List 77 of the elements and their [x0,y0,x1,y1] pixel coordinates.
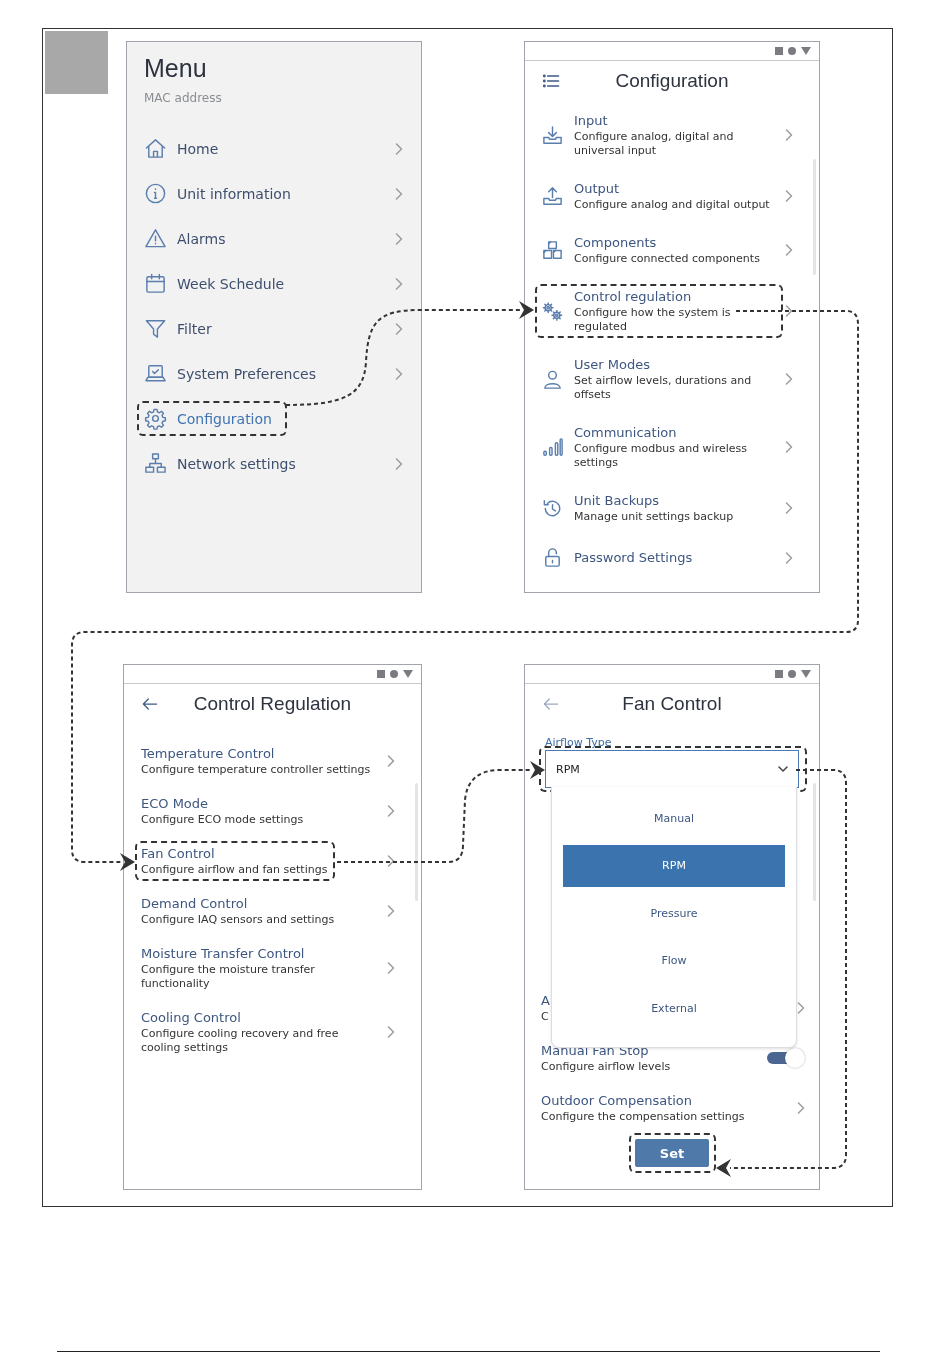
mac-address: MAC address [144,90,223,106]
item-title[interactable]: ECO Mode [141,795,304,813]
triangle-icon [801,47,811,55]
item-title[interactable]: Communication [574,424,775,442]
menu-item[interactable]: Week Schedule [144,261,421,306]
download-icon [541,123,564,147]
screen-title: Configuration [614,70,730,92]
dropdown-option[interactable]: Pressure [563,892,785,934]
upload-icon [541,184,564,208]
item-title[interactable]: Cooling Control [141,1009,377,1027]
item-description: Configure ECO mode settings [141,813,304,827]
item-description: Set airflow levels, durations and offsets [574,374,753,402]
item-description: Configure analog and digital output [574,198,770,212]
item-title[interactable]: Moisture Transfer Control [141,945,377,963]
item-description: Configure temperature controller settings [141,763,371,777]
item-title[interactable]: Temperature Control [141,745,371,763]
funnel-icon [144,317,167,340]
cubes-icon [541,238,564,262]
settings-icon [144,407,167,430]
dropdown-option[interactable]: Manual [563,797,785,839]
menu-item[interactable]: Alarms [144,216,421,261]
calendar-icon [144,272,167,295]
item-title[interactable]: A [541,992,550,1010]
circle-icon [788,47,796,55]
square-icon [775,670,783,678]
item-title[interactable]: Demand Control [141,895,335,913]
item-description: Configure how the system is regulated [574,306,732,334]
menu-item[interactable]: Configuration [144,396,421,441]
screen-title: Fan Control [621,693,723,715]
item-title[interactable]: User Modes [574,356,775,374]
field-label: Airflow Type [545,736,613,750]
network-icon [144,452,167,475]
dropdown-option[interactable]: Flow [563,939,785,982]
triangle-icon [801,670,811,678]
item-title[interactable]: Outdoor Compensation [541,1092,745,1110]
dropdown-option[interactable]: RPM [563,844,785,887]
triangle-icon [403,670,413,678]
bars-icon [541,435,564,459]
item-title[interactable]: Input [574,112,775,130]
square-icon [775,47,783,55]
item-description: Configure IAQ sensors and settings [141,913,335,927]
menu-item[interactable]: Filter [144,306,421,351]
screen-title: Control Regulation [192,693,353,715]
toggle-switch[interactable] [767,1048,805,1068]
menu-item[interactable]: Network settings [144,441,421,486]
item-description: Configure connected components [574,252,760,266]
item-description: Configure airflow levels [541,1060,671,1074]
screen-title: Menu [144,53,208,84]
circle-icon [788,670,796,678]
caret-icon [778,766,788,772]
item-description: Configure the compensation settings [541,1110,745,1124]
item-description: Configure the moisture transfer functionality [141,963,316,991]
menu-item[interactable]: Home [144,126,421,171]
circle-icon [390,670,398,678]
menu-item[interactable]: Unit information [144,171,421,216]
item-title[interactable]: Password Settings [574,548,693,567]
item-description: Configure modbus and wireless settings [574,442,748,470]
item-description: Manage unit settings backup [574,510,734,524]
item-title[interactable]: Components [574,234,760,252]
item-description: Configure airflow and fan settings [141,863,328,877]
item-title[interactable]: Fan Control [141,845,328,863]
warning-icon [144,227,167,250]
info-icon [144,182,167,205]
house-icon [144,137,167,160]
item-title[interactable]: Unit Backups [574,492,734,510]
square-icon [377,670,385,678]
menu-item[interactable]: System Preferences [144,351,421,396]
item-description: Configure analog, digital and universal input [574,130,735,158]
item-description: Configure cooling recovery and free cooling settings [141,1027,340,1055]
item-title[interactable]: Control regulation [574,288,775,306]
dropdown-option[interactable]: External [563,987,785,1029]
chevron-icon[interactable] [785,305,793,317]
set-button[interactable]: Set [635,1139,709,1167]
gears-icon [541,299,564,323]
chevron-icon[interactable] [387,855,395,867]
item-description: C [541,1010,550,1024]
item-title[interactable]: Output [574,180,770,198]
